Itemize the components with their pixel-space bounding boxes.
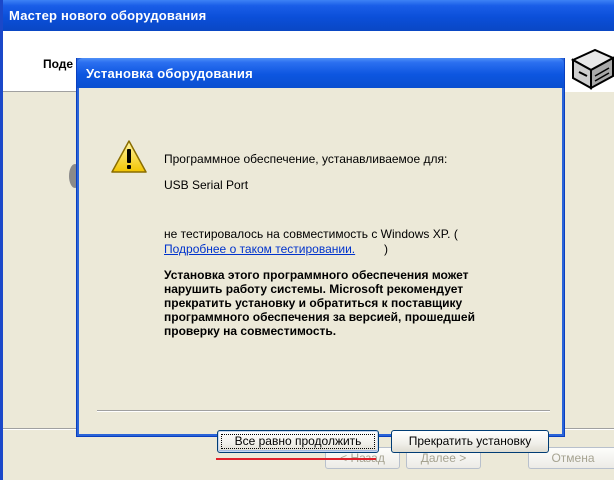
wizard-title: Мастер нового оборудования <box>9 8 207 23</box>
dialog-separator <box>97 410 550 412</box>
continue-anyway-button[interactable]: Все равно продолжить <box>217 430 379 453</box>
wizard-header-title: Поде <box>43 57 74 71</box>
device-name: USB Serial Port <box>164 178 249 192</box>
wizard-titlebar[interactable]: Мастер нового оборудования <box>3 0 614 31</box>
compatibility-text: не тестировалось на совместимость с Wind… <box>164 227 458 241</box>
hardware-wizard-icon <box>565 44 614 92</box>
warning-line: программного обеспечения за версией, про… <box>164 310 475 324</box>
dialog-title: Установка оборудования <box>86 66 253 81</box>
stop-installation-button[interactable]: Прекратить установку <box>391 430 549 453</box>
warning-line: Установка этого программного обеспечения… <box>164 268 469 282</box>
continue-anyway-label: Все равно продолжить <box>234 434 362 448</box>
dialog-body: Программное обеспечение, устанавливаемое… <box>80 88 564 460</box>
highlight-underline <box>216 458 376 460</box>
warning-line: нарушить работу системы. Microsoft реком… <box>164 282 464 296</box>
dialog-titlebar[interactable]: Установка оборудования <box>77 58 564 88</box>
warning-message: Установка этого программного обеспечения… <box>164 268 564 338</box>
testing-details-link[interactable]: Подробнее о таком тестировании. <box>164 242 355 256</box>
intro-text: Программное обеспечение, устанавливаемое… <box>164 152 448 166</box>
warning-line: прекратить установку и обратиться к пост… <box>164 296 463 310</box>
hardware-installation-dialog: Установка оборудования Программное обесп… <box>76 58 565 460</box>
link-closing-paren: ) <box>384 242 388 256</box>
stop-installation-label: Прекратить установку <box>408 434 532 448</box>
warning-icon <box>111 140 147 173</box>
warning-line: проверку на совместимость. <box>164 324 337 338</box>
